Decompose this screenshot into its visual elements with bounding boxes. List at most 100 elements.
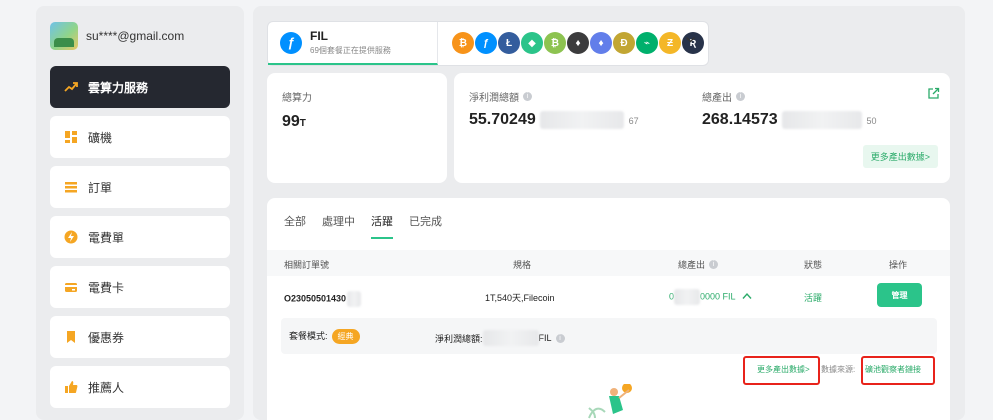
info-icon[interactable]: i — [736, 92, 745, 101]
filecoin-coin-icon[interactable]: ƒ — [475, 32, 497, 54]
sidebar-item-label: 雲算力服務 — [88, 80, 149, 95]
net-income-detail: 淨利潤總額: FIL i — [435, 330, 565, 346]
total-power-value: 99 — [282, 113, 300, 130]
ethereum-classic-coin-icon[interactable]: ♦ — [567, 32, 589, 54]
column-total-output-label: 總產出 — [678, 260, 706, 270]
sidebar-nav: 雲算力服務 礦機 訂單 電費單 電費卡 優惠券 推薦人 — [50, 66, 230, 416]
grid-icon — [64, 130, 78, 144]
export-icon[interactable] — [927, 87, 940, 100]
ethereum-coin-icon[interactable]: ♦ — [590, 32, 612, 54]
income-stats-card: 淨利潤總額 i 55.70249 67 總產出 i 268.14573 50 更… — [454, 73, 950, 183]
bitcoin-cash-coin-icon[interactable]: ₿ — [544, 32, 566, 54]
masked-value — [540, 111, 625, 129]
total-output-cell[interactable]: 0 0000 FIL — [669, 289, 752, 305]
thumbs-up-icon — [64, 380, 78, 394]
highlight-box — [861, 356, 935, 385]
total-power-label: 總算力 — [282, 93, 312, 104]
bolt-icon — [64, 230, 78, 244]
net-income-value: 55.70249 — [469, 111, 536, 129]
highlight-box — [743, 356, 820, 385]
sidebar-item-label: 電費卡 — [88, 280, 125, 295]
total-output-row: 268.14573 50 — [702, 111, 877, 129]
coupon-icon — [64, 330, 78, 344]
main-panel: ƒ FIL 69個套餐正在提供服務 ₿ ƒ Ł ◆ ₿ ♦ ♦ Ð ⌁ Ƶ Ʀ … — [253, 6, 965, 420]
masked-value — [347, 291, 362, 307]
sidebar-item-label: 推薦人 — [88, 380, 125, 395]
sidebar-item-cloud-mining[interactable]: 雲算力服務 — [50, 66, 230, 108]
net-income-detail-label: 淨利潤總額: — [435, 333, 483, 344]
masked-value — [482, 330, 539, 346]
total-power-card: 總算力 99T — [267, 73, 447, 183]
net-income-row: 55.70249 67 — [469, 111, 639, 129]
total-power-unit: T — [299, 118, 306, 129]
sidebar-item-orders[interactable]: 訂單 — [50, 166, 230, 208]
tab-all[interactable]: 全部 — [284, 213, 306, 239]
manage-button[interactable]: 管理 — [877, 283, 922, 307]
card-icon — [64, 280, 78, 294]
dogecoin-coin-icon[interactable]: Ð — [613, 32, 635, 54]
column-total-output: 總產出 i — [678, 258, 719, 271]
litecoin-coin-icon[interactable]: Ł — [498, 32, 520, 54]
column-action: 操作 — [889, 260, 908, 270]
more-output-data-button[interactable]: 更多產出數據> — [862, 145, 938, 168]
net-income-label: 淨利潤總額 — [469, 93, 519, 104]
zcash-coin-icon[interactable]: Ƶ — [659, 32, 681, 54]
sidebar-item-coupons[interactable]: 優惠券 — [50, 316, 230, 358]
user-profile[interactable]: su****@gmail.com — [50, 22, 184, 50]
tab-completed[interactable]: 已完成 — [409, 213, 442, 239]
avatar[interactable] — [50, 22, 78, 50]
masked-value — [782, 111, 863, 129]
tab-processing[interactable]: 處理中 — [322, 213, 355, 239]
sidebar-item-miners[interactable]: 礦機 — [50, 116, 230, 158]
masked-value — [674, 289, 701, 305]
plan-badge: 經典 — [331, 329, 360, 344]
total-output-value: 268.14573 — [702, 111, 778, 129]
current-coin-name: FIL — [310, 29, 328, 43]
net-income-label-wrap: 淨利潤總額 i — [469, 89, 532, 104]
orders-panel: 全部 處理中 活躍 已完成 相關訂單號 規格 總產出 i 狀態 操作 O2305… — [267, 198, 950, 420]
output-suffix: 0000 FIL — [700, 291, 736, 302]
total-output-tail: 50 — [866, 116, 877, 127]
chevron-down-icon[interactable] — [685, 34, 696, 48]
chevron-up-icon[interactable] — [742, 292, 752, 302]
data-source-label: 數據來源: — [821, 365, 856, 374]
empty-state-illustration — [585, 383, 645, 420]
table-header: 相關訂單號 規格 總產出 i 狀態 操作 — [267, 250, 950, 276]
info-icon[interactable]: i — [555, 333, 565, 343]
sidebar-item-electricity-card[interactable]: 電費卡 — [50, 266, 230, 308]
kaspa-coin-icon[interactable]: ◆ — [521, 32, 543, 54]
coin-list: ₿ ƒ Ł ◆ ₿ ♦ ♦ Ð ⌁ Ƶ Ʀ — [452, 32, 705, 54]
sidebar-item-referrer[interactable]: 推薦人 — [50, 366, 230, 408]
info-icon[interactable]: i — [709, 260, 719, 269]
total-output-label: 總產出 — [702, 93, 732, 104]
sidebar-item-label: 訂單 — [88, 180, 113, 195]
chia-coin-icon[interactable]: ⌁ — [636, 32, 658, 54]
sidebar-item-label: 電費單 — [88, 230, 125, 245]
order-tabs: 全部 處理中 活躍 已完成 — [284, 213, 458, 239]
net-income-detail-unit: FIL — [538, 333, 552, 343]
sidebar-item-label: 優惠券 — [88, 330, 125, 345]
spec-cell: 1T,540天,Filecoin — [485, 293, 555, 303]
order-detail: 套餐模式: 經典 淨利潤總額: FIL i — [281, 318, 937, 354]
status-cell: 活躍 — [804, 293, 823, 303]
order-number: O23050501430 — [284, 293, 347, 304]
tab-active[interactable]: 活躍 — [371, 213, 393, 239]
user-email: su****@gmail.com — [86, 29, 185, 43]
bitcoin-coin-icon[interactable]: ₿ — [452, 32, 474, 54]
total-output-label-wrap: 總產出 i — [702, 89, 745, 104]
list-icon — [64, 180, 78, 194]
sidebar-item-electricity-bill[interactable]: 電費單 — [50, 216, 230, 258]
trend-up-icon — [64, 80, 78, 94]
plan-mode: 套餐模式: 經典 — [289, 329, 360, 344]
coin-selector[interactable]: ƒ FIL 69個套餐正在提供服務 ₿ ƒ Ł ◆ ₿ ♦ ♦ Ð ⌁ Ƶ Ʀ — [267, 21, 709, 66]
column-spec: 規格 — [513, 260, 532, 270]
order-number-cell: O23050501430 — [284, 291, 362, 307]
plan-mode-label: 套餐模式: — [289, 331, 328, 341]
info-icon[interactable]: i — [523, 92, 532, 101]
current-coin[interactable]: ƒ FIL 69個套餐正在提供服務 — [268, 22, 438, 65]
column-order-no: 相關訂單號 — [284, 260, 330, 270]
table-row: O23050501430 1T,540天,Filecoin 0 0000 FIL … — [267, 276, 950, 318]
filecoin-icon: ƒ — [280, 31, 302, 54]
column-status: 狀態 — [804, 260, 823, 270]
sidebar: su****@gmail.com 雲算力服務 礦機 訂單 電費單 電費卡 優惠券… — [36, 6, 244, 420]
